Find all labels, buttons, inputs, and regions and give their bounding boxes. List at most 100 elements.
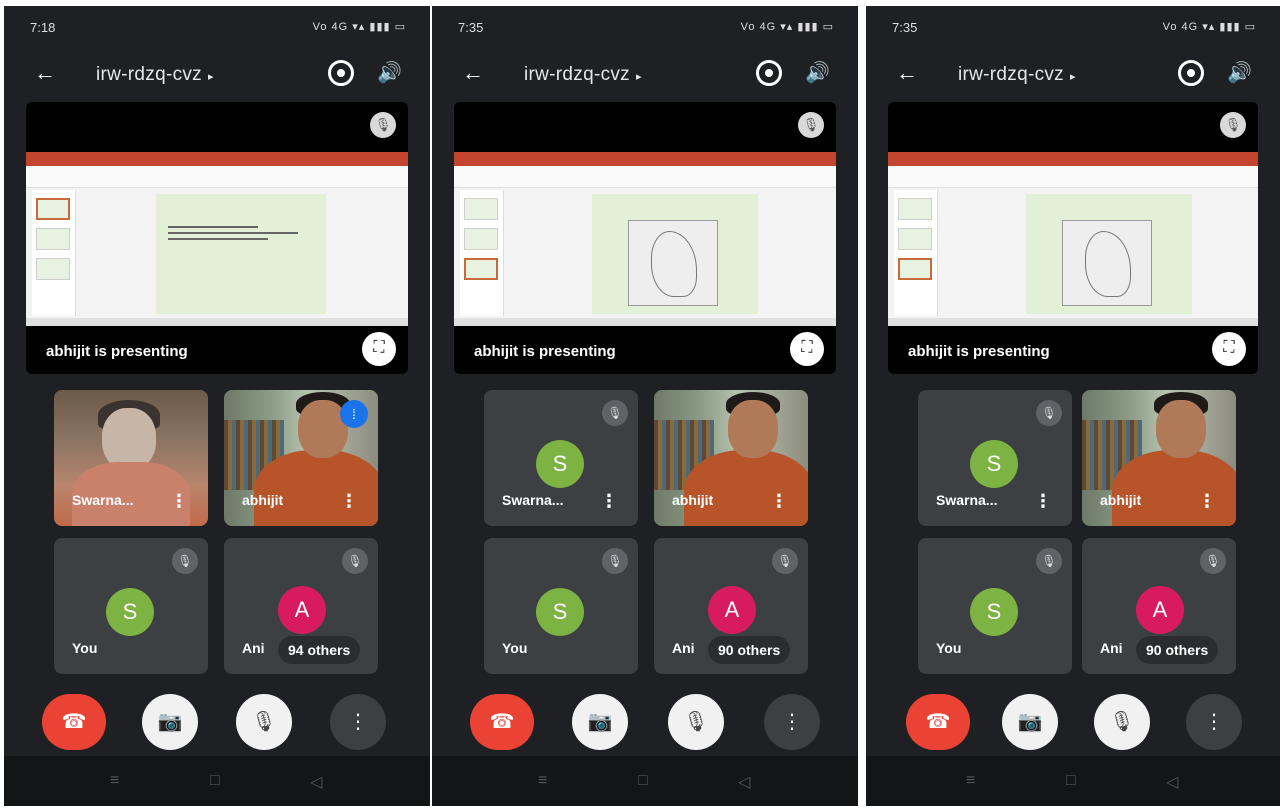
participant-name: Ani [1100, 640, 1123, 656]
nav-menu-icon[interactable]: ≡ [110, 772, 119, 790]
more-options-icon[interactable]: ⋮ [770, 491, 788, 512]
ppt-status-bar [26, 318, 408, 326]
participant-tile-abhijit[interactable]: abhijit ⋮ [654, 390, 808, 526]
android-nav-bar: ≡ □ ◁ [866, 756, 1280, 806]
mic-off-icon: 🎙 [602, 548, 628, 574]
slide-thumbnails [894, 190, 938, 316]
others-count-badge[interactable]: 90 others [1136, 636, 1219, 664]
status-bar: 7:35 Vo 4G ▾▴ ▮▮▮ ▭ [458, 20, 834, 40]
shared-screen [888, 152, 1258, 326]
participant-name: Swarna... [502, 492, 564, 508]
back-arrow-icon[interactable]: ← [34, 60, 56, 86]
ppt-ribbon [26, 166, 408, 188]
slide-thumbnail [898, 198, 932, 220]
participant-tile-swarna[interactable]: 🎙 S Swarna... ⋮ [918, 390, 1072, 526]
nav-menu-icon[interactable]: ≡ [538, 772, 547, 790]
meeting-code-button[interactable]: irw-rdzq-cvz ▸ [524, 64, 642, 86]
mic-off-button[interactable]: 🎙 [1094, 694, 1150, 750]
slide-bullet-line [168, 232, 298, 234]
nav-home-icon[interactable]: □ [210, 772, 220, 790]
speaker-icon[interactable]: 🔊 [805, 60, 830, 85]
avatar: A [708, 586, 756, 634]
others-count-badge[interactable]: 94 others [278, 636, 361, 664]
participant-name: abhijit [1100, 492, 1142, 508]
meeting-code-button[interactable]: irw-rdzq-cvz ▸ [96, 64, 214, 86]
participant-tile-ani[interactable]: 🎙 A Ani 90 others [654, 538, 808, 674]
mic-off-icon: 🎙 [1036, 548, 1062, 574]
slide-thumbnails [460, 190, 504, 316]
fullscreen-icon[interactable]: ⛶ [790, 332, 824, 366]
mic-off-icon: 🎙 [370, 112, 396, 138]
switch-camera-icon[interactable] [1178, 60, 1204, 86]
ppt-ribbon [888, 166, 1258, 188]
status-icons: Vo 4G ▾▴ ▮▮▮ ▭ [740, 21, 834, 33]
participant-tile-ani[interactable]: 🎙 A Ani 90 others [1082, 538, 1236, 674]
status-bar: 7:18 Vo 4G ▾▴ ▮▮▮ ▭ [30, 20, 406, 40]
back-arrow-icon[interactable]: ← [462, 60, 484, 86]
participant-name: abhijit [242, 492, 284, 508]
speaker-icon[interactable]: 🔊 [1227, 60, 1252, 85]
participant-tile-swarna[interactable]: Swarna... ⋮ [54, 390, 208, 526]
nav-back-icon[interactable]: ◁ [738, 772, 750, 792]
slide-thumbnail [464, 228, 498, 250]
slide-thumbnail [36, 198, 70, 220]
call-controls: ☎ 📷 🎙 ⋮ [4, 694, 430, 754]
switch-camera-icon[interactable] [328, 60, 354, 86]
participant-tile-you[interactable]: 🎙 S You [54, 538, 208, 674]
end-call-button[interactable]: ☎ [906, 694, 970, 750]
meeting-toolbar: ← irw-rdzq-cvz ▸ 🔊 [432, 56, 858, 96]
participant-tile-you[interactable]: 🎙 S You [918, 538, 1072, 674]
participant-tile-abhijit[interactable]: abhijit ⋮ [1082, 390, 1236, 526]
more-options-icon[interactable]: ⋮ [1034, 491, 1052, 512]
participant-tile-swarna[interactable]: 🎙 S Swarna... ⋮ [484, 390, 638, 526]
presenting-label: abhijit is presenting [46, 343, 188, 360]
camera-off-button[interactable]: 📷 [142, 694, 198, 750]
fullscreen-icon[interactable]: ⛶ [1212, 332, 1246, 366]
presentation-tile[interactable]: 🎙 abhijit is presenting ⛶ [888, 102, 1258, 374]
mic-off-button[interactable]: 🎙 [236, 694, 292, 750]
nav-home-icon[interactable]: □ [638, 772, 648, 790]
speaker-icon[interactable]: 🔊 [377, 60, 402, 85]
current-slide [592, 194, 758, 314]
mic-off-icon: 🎙 [342, 548, 368, 574]
nav-back-icon[interactable]: ◁ [310, 772, 322, 792]
nav-home-icon[interactable]: □ [1066, 772, 1076, 790]
fullscreen-icon[interactable]: ⛶ [362, 332, 396, 366]
more-options-icon[interactable]: ⋮ [340, 491, 358, 512]
more-options-button[interactable]: ⋮ [1186, 694, 1242, 750]
status-icons: Vo 4G ▾▴ ▮▮▮ ▭ [312, 21, 406, 33]
slide-thumbnails [32, 190, 76, 316]
video-feed [684, 450, 808, 526]
switch-camera-icon[interactable] [756, 60, 782, 86]
end-call-button[interactable]: ☎ [42, 694, 106, 750]
others-count-badge[interactable]: 90 others [708, 636, 791, 664]
presentation-tile[interactable]: 🎙 abhijit is presenting ⛶ [454, 102, 836, 374]
slide-bullet-line [168, 226, 258, 228]
camera-off-button[interactable]: 📷 [1002, 694, 1058, 750]
meeting-code-button[interactable]: irw-rdzq-cvz ▸ [958, 64, 1076, 86]
slide-bullet-line [168, 238, 268, 240]
more-options-button[interactable]: ⋮ [764, 694, 820, 750]
mic-off-button[interactable]: 🎙 [668, 694, 724, 750]
participant-tile-ani[interactable]: 🎙 A Ani 94 others [224, 538, 378, 674]
more-options-icon[interactable]: ⋮ [600, 491, 618, 512]
meeting-code: irw-rdzq-cvz [524, 64, 630, 85]
nav-menu-icon[interactable]: ≡ [966, 772, 975, 790]
nav-back-icon[interactable]: ◁ [1166, 772, 1178, 792]
back-arrow-icon[interactable]: ← [896, 60, 918, 86]
presenting-label: abhijit is presenting [908, 343, 1050, 360]
more-options-icon[interactable]: ⋮ [170, 491, 188, 512]
more-options-icon[interactable]: ⋮ [1198, 491, 1216, 512]
ppt-status-bar [888, 318, 1258, 326]
ppt-ribbon [454, 166, 836, 188]
participant-tile-you[interactable]: 🎙 S You [484, 538, 638, 674]
camera-off-button[interactable]: 📷 [572, 694, 628, 750]
participant-name: abhijit [672, 492, 714, 508]
end-call-button[interactable]: ☎ [470, 694, 534, 750]
presentation-tile[interactable]: 🎙 abhijit is presenting ⛶ [26, 102, 408, 374]
slide-thumbnail [36, 258, 70, 280]
map-image [1062, 220, 1152, 306]
participant-tile-abhijit[interactable]: ⁞ abhijit ⋮ [224, 390, 378, 526]
status-icons: Vo 4G ▾▴ ▮▮▮ ▭ [1162, 21, 1256, 33]
more-options-button[interactable]: ⋮ [330, 694, 386, 750]
